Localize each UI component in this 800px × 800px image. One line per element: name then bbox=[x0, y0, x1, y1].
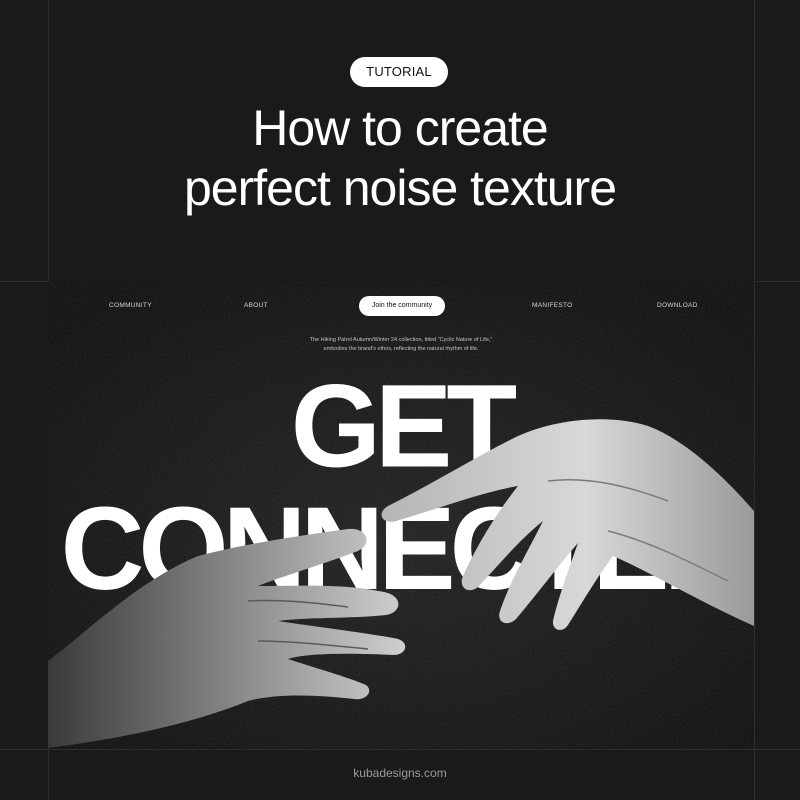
website-mockup: COMMUNITY ABOUT Join the community MANIF… bbox=[48, 281, 754, 748]
right-hand bbox=[381, 419, 754, 630]
page-title-line-2: perfect noise texture bbox=[183, 160, 617, 216]
tutorial-tag: TUTORIAL bbox=[350, 57, 448, 87]
page-title-line-1: How to create bbox=[252, 100, 548, 156]
left-hand bbox=[48, 528, 406, 748]
footer-credit: kubadesigns.com bbox=[353, 766, 447, 780]
guide-line-bottom bbox=[0, 749, 800, 750]
reaching-hands-image bbox=[48, 419, 754, 748]
